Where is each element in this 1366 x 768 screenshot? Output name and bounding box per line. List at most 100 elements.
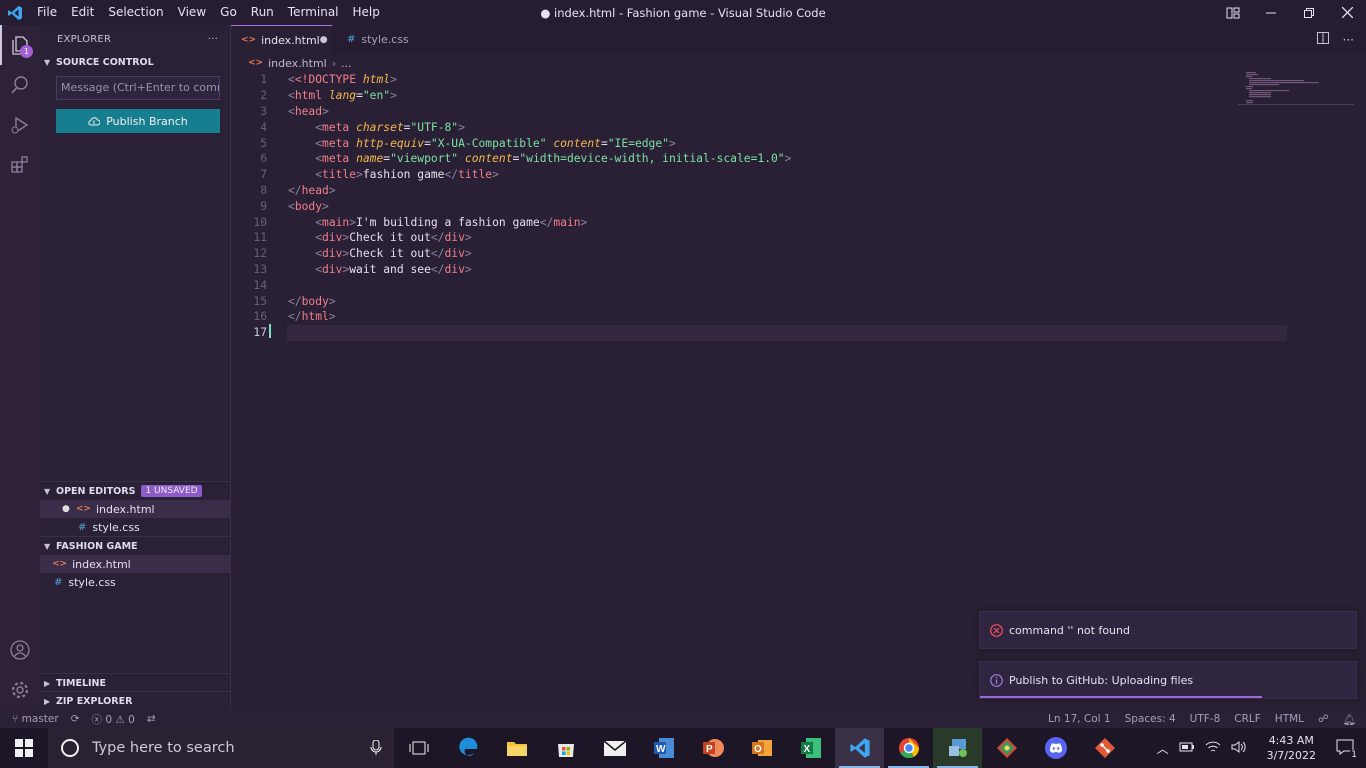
restore-icon[interactable] (1290, 0, 1328, 25)
mail-icon[interactable] (590, 728, 639, 768)
html-file-icon: <> (248, 58, 264, 68)
word-icon[interactable]: W (639, 728, 688, 768)
language-mode[interactable]: HTML (1275, 713, 1304, 725)
search-placeholder: Type here to search (92, 740, 235, 756)
code-line: 12 <div>Check it out</div> (231, 246, 1366, 262)
indentation[interactable]: Spaces: 4 (1125, 713, 1176, 725)
zip-explorer-header[interactable]: ▶ ZIP EXPLORER (40, 692, 230, 710)
code-token: Check it out (349, 247, 431, 261)
split-editor-icon[interactable] (1316, 32, 1329, 47)
bell-icon[interactable]: 🔔︎ (1343, 713, 1356, 726)
encoding[interactable]: UTF-8 (1190, 713, 1221, 725)
timeline-section: ▶ TIMELINE (40, 673, 230, 692)
status-bar: ⑂ master ⟳ ⓧ 0 ⚠ 0 ⇄ Ln 17, Col 1 Spaces… (0, 710, 1366, 728)
vscode-app-icon[interactable] (835, 728, 884, 768)
live-share-icon[interactable]: ⇄ (147, 713, 156, 725)
task-view-icon[interactable] (394, 728, 443, 768)
menu-run[interactable]: Run (244, 0, 281, 25)
text-cursor (269, 324, 271, 339)
open-editor-item-index[interactable]: ● <> index.html (40, 500, 230, 518)
run-debug-icon[interactable] (0, 105, 40, 145)
clock[interactable]: 4:43 AM 3/7/2022 (1267, 733, 1316, 763)
search-icon[interactable] (0, 65, 40, 105)
git-gui-icon[interactable] (933, 728, 982, 768)
publish-branch-button[interactable]: Publish Branch (56, 109, 220, 133)
gitkraken-icon[interactable] (982, 728, 1031, 768)
customize-layout-icon[interactable] (1214, 0, 1252, 25)
code-line: 5 <meta http-equiv="X-UA-Compatible" con… (231, 135, 1366, 151)
open-editor-item-style[interactable]: # style.css (40, 518, 230, 536)
folder-header[interactable]: ▼ FASHION GAME (40, 537, 230, 555)
file-explorer-icon[interactable] (492, 728, 541, 768)
title-bar: File Edit Selection View Go Run Terminal… (0, 0, 1366, 25)
source-control-header[interactable]: ▼ SOURCE CONTROL (40, 53, 230, 72)
notification-center-icon[interactable]: 1 (1336, 739, 1358, 760)
chevron-up-icon[interactable]: ︿ (1157, 740, 1169, 757)
menu-selection[interactable]: Selection (101, 0, 170, 25)
chevron-down-icon: ▼ (44, 486, 51, 496)
code-token: html (294, 89, 323, 103)
discord-icon[interactable] (1031, 728, 1080, 768)
line-number: 17 (253, 326, 267, 340)
svg-text:O: O (754, 744, 762, 755)
menu-view[interactable]: View (171, 0, 213, 25)
edge-icon[interactable] (443, 728, 492, 768)
breadcrumb-more[interactable]: ... (341, 57, 352, 70)
tab-style-css[interactable]: # style.css (333, 25, 429, 54)
menu-go[interactable]: Go (213, 0, 244, 25)
problems-indicator[interactable]: ⓧ 0 ⚠ 0 (92, 712, 135, 727)
chevron-down-icon: ▼ (44, 541, 51, 551)
feedback-icon[interactable]: ☍ (1318, 713, 1329, 725)
store-icon[interactable] (541, 728, 590, 768)
account-icon[interactable] (0, 630, 40, 670)
folder-item-index[interactable]: <> index.html (40, 555, 230, 573)
git-icon[interactable] (1080, 728, 1129, 768)
unsaved-badge: 1 UNSAVED (141, 485, 202, 497)
chrome-icon[interactable] (884, 728, 933, 768)
code-line: 7 <title>fashion game</title> (231, 167, 1366, 183)
windows-start-icon[interactable] (0, 728, 48, 768)
menu-file[interactable]: File (30, 0, 64, 25)
info-icon (990, 673, 1003, 687)
code-token: html (301, 310, 329, 324)
minimize-icon[interactable] (1252, 0, 1290, 25)
battery-icon[interactable] (1179, 741, 1195, 756)
unsaved-dot-icon[interactable]: ● (320, 35, 328, 45)
minimap[interactable] (1234, 72, 1354, 112)
excel-icon[interactable]: X (786, 728, 835, 768)
branch-indicator[interactable]: ⑂ master (12, 713, 59, 725)
tab-index-html[interactable]: <> index.html ● (231, 25, 333, 54)
line-number: 1 (260, 73, 267, 87)
menu-terminal[interactable]: Terminal (281, 0, 346, 25)
notification-count: 1 (1350, 749, 1358, 760)
end-of-line[interactable]: CRLF (1234, 713, 1261, 725)
menu-help[interactable]: Help (346, 0, 387, 25)
menu-edit[interactable]: Edit (64, 0, 101, 25)
microphone-icon[interactable] (370, 740, 382, 756)
more-actions-icon[interactable]: ··· (1343, 33, 1354, 47)
zip-explorer-section: ▶ ZIP EXPLORER (40, 691, 230, 710)
breadcrumb-file[interactable]: index.html (268, 57, 327, 70)
taskbar-search-input[interactable]: Type here to search (48, 728, 394, 768)
file-label: style.css (68, 575, 116, 589)
line-number: 4 (260, 120, 267, 134)
error-notification[interactable]: command '' not found (979, 611, 1357, 649)
timeline-header[interactable]: ▶ TIMELINE (40, 674, 230, 692)
extensions-icon[interactable] (0, 145, 40, 185)
folder-item-style[interactable]: # style.css (40, 573, 230, 591)
explorer-icon[interactable]: 1 (0, 25, 40, 65)
sync-icon[interactable]: ⟳ (71, 713, 80, 725)
powerpoint-icon[interactable]: P (688, 728, 737, 768)
code-line: 3 <head> (231, 104, 1366, 120)
gear-icon[interactable] (0, 670, 40, 710)
code-token: title (458, 168, 493, 182)
more-actions-icon[interactable]: ··· (208, 34, 218, 45)
open-editors-header[interactable]: ▼ OPEN EDITORS 1 UNSAVED (40, 482, 230, 500)
close-icon[interactable] (1328, 0, 1366, 25)
volume-icon[interactable] (1231, 740, 1247, 757)
cursor-position[interactable]: Ln 17, Col 1 (1048, 713, 1111, 725)
outlook-icon[interactable]: O (737, 728, 786, 768)
wifi-icon[interactable] (1205, 740, 1221, 757)
commit-message-input[interactable]: Message (Ctrl+Enter to commit... (56, 76, 220, 100)
info-notification[interactable]: Publish to GitHub: Uploading files (979, 661, 1357, 699)
